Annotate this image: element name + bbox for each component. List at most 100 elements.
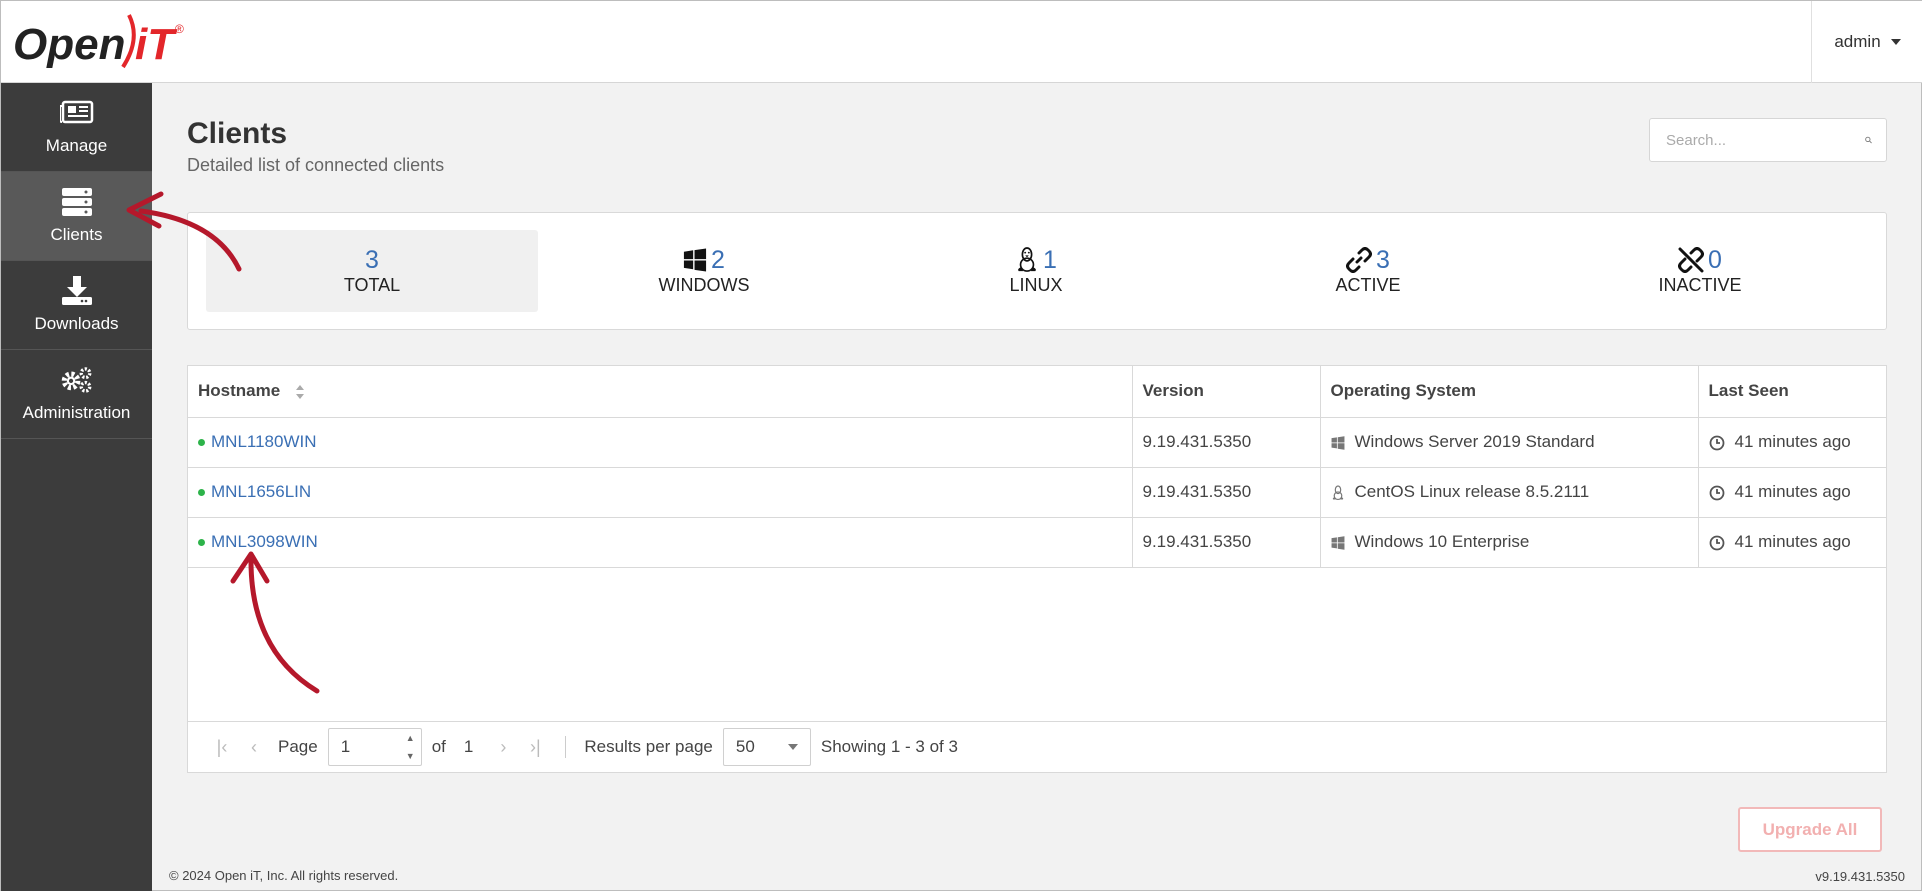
table-row: MNL3098WIN 9.19.431.5350 Windows 10 Ente… bbox=[188, 517, 1886, 568]
last-seen-cell: 41 minutes ago bbox=[1698, 417, 1886, 468]
linux-icon bbox=[1332, 484, 1343, 500]
sidebar-item-clients[interactable]: Clients bbox=[1, 172, 152, 261]
table-row: MNL1180WIN 9.19.431.5350 Windows Server … bbox=[188, 417, 1886, 468]
stat-value: 3 bbox=[365, 245, 379, 274]
sort-icon[interactable] bbox=[295, 383, 305, 401]
windows-icon bbox=[683, 248, 707, 272]
sidebar-item-administration[interactable]: Administration bbox=[1, 350, 152, 439]
total-pages: 1 bbox=[463, 737, 474, 756]
decrement-icon[interactable]: ▼ bbox=[406, 751, 415, 761]
sidebar-item-label: Manage bbox=[45, 136, 108, 155]
version-cell: 9.19.431.5350 bbox=[1132, 467, 1321, 518]
stat-label: ACTIVE bbox=[1335, 275, 1401, 295]
status-dot bbox=[198, 539, 205, 547]
svg-text:®: ® bbox=[175, 22, 184, 36]
table-header-row: Hostname Version Operating System Last S… bbox=[188, 366, 1886, 418]
page-label: Page bbox=[278, 737, 318, 756]
results-per-page-label: Results per page bbox=[584, 737, 713, 756]
increment-icon[interactable]: ▲ bbox=[406, 733, 415, 743]
stat-linux[interactable]: 1 LINUX bbox=[870, 230, 1202, 312]
unlink-icon bbox=[1678, 247, 1705, 273]
status-dot bbox=[198, 489, 205, 497]
os-name: CentOS Linux release 8.5.2111 bbox=[1354, 482, 1590, 501]
last-seen-value: 41 minutes ago bbox=[1734, 482, 1851, 501]
os-cell: Windows Server 2019 Standard bbox=[1320, 417, 1699, 468]
stat-inactive[interactable]: 0 INACTIVE bbox=[1534, 230, 1866, 312]
search-icon[interactable] bbox=[1865, 132, 1872, 148]
search-input[interactable] bbox=[1666, 131, 1865, 149]
os-name: Windows 10 Enterprise bbox=[1354, 532, 1530, 551]
pager-divider bbox=[565, 736, 567, 758]
user-menu[interactable]: admin bbox=[1811, 1, 1922, 83]
upgrade-all-button[interactable]: Upgrade All bbox=[1738, 807, 1882, 852]
hostname-link[interactable]: MNL1656LIN bbox=[211, 482, 311, 501]
stat-value: 3 bbox=[1376, 245, 1390, 274]
page-number-input[interactable]: 1 ▲ ▼ bbox=[327, 728, 422, 766]
windows-icon bbox=[1331, 435, 1344, 450]
stat-value: 0 bbox=[1708, 245, 1722, 274]
hostname-link[interactable]: MNL1180WIN bbox=[211, 432, 317, 451]
column-header-hostname[interactable]: Hostname bbox=[188, 366, 1133, 418]
next-page-icon[interactable]: › bbox=[487, 737, 519, 758]
page-stepper[interactable]: ▲ ▼ bbox=[406, 733, 415, 761]
client-stats-panel: 3 TOTAL 2 WINDOWS 1 LINUX 3 ACTIVE 0 INA… bbox=[187, 212, 1887, 330]
clients-table: Hostname Version Operating System Last S… bbox=[188, 366, 1886, 568]
caret-down-icon bbox=[1890, 39, 1901, 45]
sidebar-item-label: Downloads bbox=[34, 314, 119, 333]
stat-windows[interactable]: 2 WINDOWS bbox=[538, 230, 870, 312]
stat-label: LINUX bbox=[1009, 275, 1063, 295]
pagination-bar: |‹ ‹ Page 1 ▲ ▼ of 1 › ›| Results per pa… bbox=[188, 721, 1886, 772]
prev-page-icon[interactable]: ‹ bbox=[238, 737, 270, 758]
status-dot bbox=[198, 439, 205, 447]
download-icon bbox=[61, 276, 92, 305]
hostname-cell: MNL3098WIN bbox=[188, 517, 1133, 568]
column-header-os[interactable]: Operating System bbox=[1320, 366, 1699, 418]
hostname-cell: MNL1180WIN bbox=[188, 417, 1133, 468]
showing-summary: Showing 1 - 3 of 3 bbox=[820, 737, 958, 756]
last-seen-value: 41 minutes ago bbox=[1734, 532, 1851, 551]
stat-label: TOTAL bbox=[343, 275, 401, 295]
stat-label: WINDOWS bbox=[658, 275, 750, 295]
hostname-link[interactable]: MNL3098WIN bbox=[211, 532, 318, 551]
link-icon bbox=[1346, 247, 1373, 273]
stat-label: INACTIVE bbox=[1658, 275, 1742, 295]
column-header-last-seen[interactable]: Last Seen bbox=[1698, 366, 1886, 418]
sidebar-item-manage[interactable]: Manage bbox=[1, 83, 152, 172]
linux-icon bbox=[1018, 247, 1036, 272]
clock-icon bbox=[1709, 535, 1724, 550]
page-title: Clients bbox=[187, 117, 288, 150]
clients-table-panel: Hostname Version Operating System Last S… bbox=[187, 365, 1887, 773]
footer-copyright: © 2024 Open iT, Inc. All rights reserved… bbox=[169, 868, 399, 883]
svg-text:iT: iT bbox=[135, 20, 177, 69]
column-header-label: Hostname bbox=[198, 381, 281, 401]
stat-total[interactable]: 3 TOTAL bbox=[206, 230, 538, 312]
sidebar-item-label: Clients bbox=[50, 225, 103, 244]
first-page-icon[interactable]: |‹ bbox=[206, 737, 238, 758]
top-bar: Open iT ® admin bbox=[1, 1, 1922, 83]
stat-value: 2 bbox=[711, 245, 725, 274]
table-row: MNL1656LIN 9.19.431.5350 CentOS Linux re… bbox=[188, 467, 1886, 518]
last-seen-cell: 41 minutes ago bbox=[1698, 517, 1886, 568]
search-box[interactable] bbox=[1649, 118, 1887, 162]
newspaper-icon bbox=[59, 100, 93, 124]
stat-value: 1 bbox=[1043, 245, 1057, 274]
user-name: admin bbox=[1834, 32, 1881, 51]
stat-active[interactable]: 3 ACTIVE bbox=[1202, 230, 1534, 312]
windows-icon bbox=[1331, 535, 1344, 550]
gears-icon bbox=[61, 367, 91, 393]
last-seen-cell: 41 minutes ago bbox=[1698, 467, 1886, 518]
sidebar: Manage Clients Downloads Administration bbox=[1, 83, 152, 891]
clock-icon bbox=[1709, 485, 1724, 500]
column-header-version[interactable]: Version bbox=[1132, 366, 1321, 418]
footer-version: v9.19.431.5350 bbox=[1815, 869, 1905, 884]
sidebar-item-downloads[interactable]: Downloads bbox=[1, 261, 152, 350]
sidebar-item-label: Administration bbox=[22, 403, 131, 422]
os-cell: Windows 10 Enterprise bbox=[1320, 517, 1699, 568]
last-page-icon[interactable]: ›| bbox=[519, 737, 551, 758]
results-per-page-value: 50 bbox=[735, 737, 755, 756]
version-cell: 9.19.431.5350 bbox=[1132, 517, 1321, 568]
results-per-page-select[interactable]: 50 bbox=[722, 728, 811, 766]
page-subtitle: Detailed list of connected clients bbox=[187, 155, 445, 175]
svg-text:Open: Open bbox=[13, 20, 125, 69]
chevron-down-icon bbox=[787, 744, 798, 750]
